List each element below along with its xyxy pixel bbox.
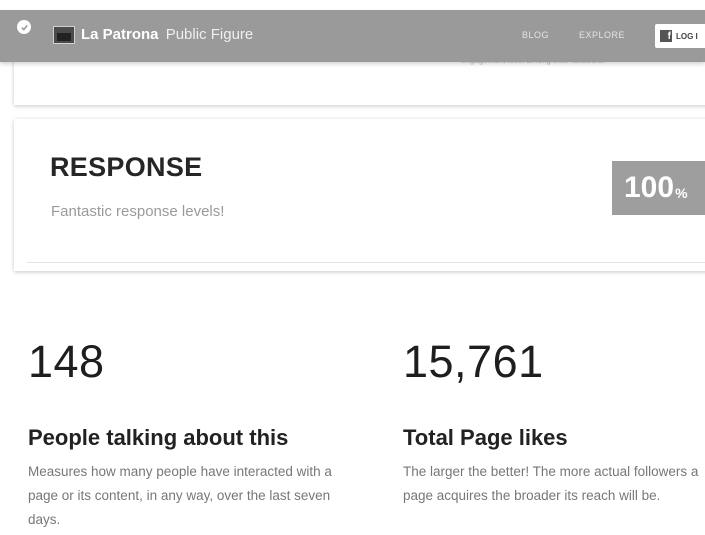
check-circle-icon (17, 20, 31, 34)
page-thumbnail-icon[interactable] (53, 26, 75, 44)
response-score-badge: 100 % (612, 161, 705, 215)
facebook-icon: f (660, 30, 672, 42)
people-talking-count: 148 (28, 336, 105, 387)
response-score-unit: % (675, 185, 688, 201)
nav-blog-link[interactable]: BLOG (522, 30, 549, 40)
response-divider (27, 262, 705, 263)
total-likes-description: The larger the better! The more actual f… (403, 464, 699, 503)
page-name: La Patrona (81, 26, 159, 43)
people-talking-title: People talking about this (28, 425, 289, 450)
nav-explore-link[interactable]: EXPLORE (579, 30, 625, 40)
login-label: LOG I (676, 31, 698, 41)
response-subtitle: Fantastic response levels! (51, 203, 225, 220)
response-title: RESPONSE (50, 152, 203, 182)
top-bar: La Patrona Public Figure BLOG EXPLORE f … (0, 10, 705, 62)
facebook-login-button[interactable]: f LOG I (655, 24, 705, 48)
total-likes-count: 15,761 (403, 336, 544, 387)
page: engagement level among their followers. … (0, 0, 705, 535)
total-likes-title: Total Page likes (403, 425, 568, 450)
people-talking-description: Measures how many people have interacted… (28, 464, 332, 527)
response-card: RESPONSE Fantastic response levels! 100 … (14, 119, 705, 271)
page-brand[interactable]: La Patrona Public Figure (81, 26, 253, 44)
response-score-value: 100 (624, 171, 675, 204)
page-type: Public Figure (165, 26, 254, 43)
